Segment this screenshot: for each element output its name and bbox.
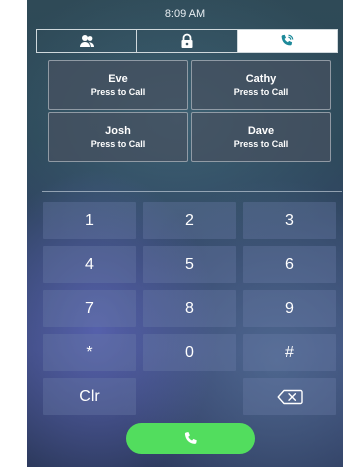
key-9[interactable]: 9 bbox=[243, 290, 336, 327]
contact-grid: Eve Press to Call Cathy Press to Call Jo… bbox=[48, 60, 333, 162]
contacts-icon bbox=[79, 35, 94, 47]
contact-button-josh[interactable]: Josh Press to Call bbox=[48, 112, 188, 162]
lock-icon bbox=[181, 33, 193, 48]
phone-icon bbox=[184, 431, 197, 444]
status-bar: 8:09 AM bbox=[27, 0, 343, 26]
key-4[interactable]: 4 bbox=[43, 246, 136, 283]
status-time: 8:09 AM bbox=[164, 8, 206, 20]
keypad-spacer bbox=[143, 378, 236, 415]
contact-action: Press to Call bbox=[90, 138, 146, 149]
clear-button[interactable]: Clr bbox=[43, 378, 136, 415]
contact-name: Dave bbox=[247, 124, 275, 137]
contact-name: Cathy bbox=[245, 72, 277, 85]
phone-ringing-icon bbox=[281, 34, 294, 46]
key-hash[interactable]: # bbox=[243, 334, 336, 371]
contact-button-cathy[interactable]: Cathy Press to Call bbox=[191, 60, 331, 110]
dial-input-divider bbox=[42, 191, 342, 192]
tab-bar bbox=[36, 29, 338, 53]
contact-action: Press to Call bbox=[233, 86, 289, 97]
contact-button-dave[interactable]: Dave Press to Call bbox=[191, 112, 331, 162]
key-7[interactable]: 7 bbox=[43, 290, 136, 327]
tab-call[interactable] bbox=[237, 30, 337, 52]
key-6[interactable]: 6 bbox=[243, 246, 336, 283]
contact-name: Eve bbox=[108, 72, 128, 85]
backspace-icon bbox=[277, 389, 303, 404]
call-button[interactable] bbox=[126, 423, 255, 454]
keypad: 1 2 3 4 5 6 7 8 9 * 0 # Clr bbox=[43, 202, 336, 415]
key-3[interactable]: 3 bbox=[243, 202, 336, 239]
key-5[interactable]: 5 bbox=[143, 246, 236, 283]
backspace-button[interactable] bbox=[243, 378, 336, 415]
contact-name: Josh bbox=[105, 124, 131, 137]
key-0[interactable]: 0 bbox=[143, 334, 236, 371]
contact-action: Press to Call bbox=[90, 86, 146, 97]
key-2[interactable]: 2 bbox=[143, 202, 236, 239]
tab-lock[interactable] bbox=[137, 30, 238, 52]
contact-action: Press to Call bbox=[233, 138, 289, 149]
key-1[interactable]: 1 bbox=[43, 202, 136, 239]
key-star[interactable]: * bbox=[43, 334, 136, 371]
key-8[interactable]: 8 bbox=[143, 290, 236, 327]
contact-button-eve[interactable]: Eve Press to Call bbox=[48, 60, 188, 110]
intercom-screen: 8:09 AM Eve Press to Call Cathy Press to… bbox=[27, 0, 343, 467]
tab-contacts[interactable] bbox=[37, 30, 138, 52]
